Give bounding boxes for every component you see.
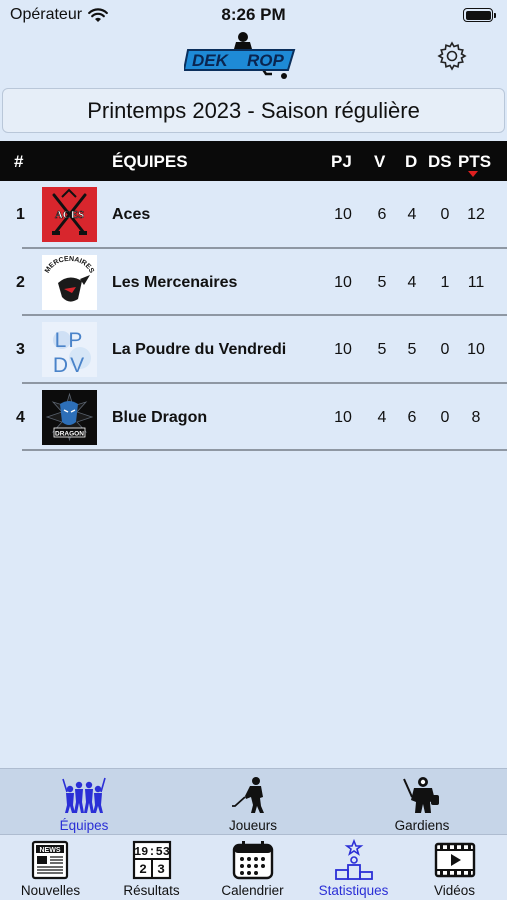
tab-videos-label: Vidéos	[433, 883, 476, 898]
points: 8	[471, 408, 481, 426]
ot-losses: 1	[440, 273, 450, 291]
wins: 4	[377, 408, 387, 426]
column-gp[interactable]: PJ	[331, 152, 352, 172]
games-played: 10	[334, 341, 352, 358]
wifi-icon	[88, 7, 108, 22]
ot-losses: 0	[440, 408, 450, 426]
svg-text:ACES: ACES	[55, 209, 84, 221]
svg-text:DRAGON: DRAGON	[55, 430, 84, 437]
team-rank: 1	[16, 206, 25, 223]
ot-losses: 0	[440, 341, 450, 358]
team-rank: 4	[16, 408, 25, 426]
team-name: Blue Dragon	[112, 408, 208, 426]
column-points[interactable]: PTS	[458, 152, 491, 172]
goalie-icon	[403, 777, 439, 813]
svg-text:3: 3	[157, 862, 165, 877]
svg-text:DEK: DEK	[192, 51, 230, 70]
dek-rop-logo-icon: DEK ROP	[184, 32, 296, 79]
tab-news-label: Nouvelles	[20, 883, 81, 898]
table-row[interactable]: 1 ACES Aces 10 6 4 0 12	[0, 181, 507, 249]
svg-text:DV: DV	[53, 354, 86, 377]
news-icon: NEWS	[31, 840, 68, 880]
column-team: ÉQUIPES	[112, 152, 188, 171]
tab-news[interactable]: NEWS Nouvelles	[0, 835, 101, 900]
battery-icon	[463, 8, 496, 22]
row-divider	[22, 449, 507, 451]
ot-losses: 0	[440, 206, 450, 223]
season-selector[interactable]: Printemps 2023 - Saison régulière	[2, 88, 505, 133]
season-label: Printemps 2023 - Saison régulière	[87, 97, 420, 123]
svg-text:NEWS: NEWS	[39, 847, 60, 854]
team-name: Les Mercenaires	[112, 273, 238, 291]
svg-text:19:53: 19:53	[133, 845, 169, 859]
sort-arrow-icon	[468, 171, 478, 177]
team-name: Aces	[112, 206, 151, 223]
team-rank: 2	[16, 273, 25, 291]
standings-list: 1 ACES Aces 10 6 4 0 12 2 MERCENAIRES Le…	[0, 181, 507, 451]
podium-icon	[334, 839, 373, 880]
losses: 4	[407, 273, 417, 291]
games-played: 10	[334, 273, 352, 291]
table-row[interactable]: 2 MERCENAIRES Les Mercenaires 10 5 4 1 1…	[0, 249, 507, 316]
subtab-players-label: Joueurs	[228, 818, 278, 833]
subtab-teams[interactable]: Équipes	[24, 769, 144, 835]
column-wins[interactable]: V	[374, 152, 385, 172]
subtab-goalies[interactable]: Gardiens	[362, 769, 482, 835]
column-losses[interactable]: D	[405, 152, 417, 172]
column-ot-losses[interactable]: DS	[428, 152, 452, 172]
svg-text:LP: LP	[55, 329, 85, 352]
calendar-icon	[232, 841, 273, 880]
wins: 6	[377, 206, 387, 223]
team-name: La Poudre du Vendredi	[112, 341, 287, 358]
games-played: 10	[334, 408, 352, 426]
video-icon	[434, 842, 475, 878]
losses: 4	[407, 206, 417, 223]
app-header: DEK ROP	[0, 30, 507, 85]
main-tab-bar: NEWS Nouvelles 19:53 2 3 Résultats Calen…	[0, 834, 507, 900]
tab-calendar-label: Calendrier	[221, 883, 284, 898]
blue-dragon-logo-icon: DRAGON	[42, 389, 97, 445]
subtab-players[interactable]: Joueurs	[193, 769, 313, 835]
tab-results[interactable]: 19:53 2 3 Résultats	[101, 835, 202, 900]
subtab-goalies-label: Gardiens	[394, 818, 450, 833]
stats-subtab-bar: Équipes Joueurs Gardiens	[0, 768, 507, 834]
points: 12	[467, 206, 485, 223]
tab-statistics[interactable]: Statistiques	[303, 835, 404, 900]
team-icon	[62, 777, 106, 813]
wins: 5	[377, 341, 387, 358]
column-rank: #	[14, 152, 24, 171]
wins: 5	[377, 273, 387, 291]
tab-videos[interactable]: Vidéos	[404, 835, 505, 900]
standings-header: # ÉQUIPES PJ V D DS PTS	[0, 141, 507, 181]
games-played: 10	[334, 206, 352, 223]
team-rank: 3	[16, 341, 25, 358]
points: 10	[467, 341, 485, 358]
svg-text:2: 2	[139, 862, 147, 877]
tab-calendar[interactable]: Calendrier	[202, 835, 303, 900]
mercenaires-logo-icon: MERCENAIRES	[42, 254, 97, 310]
status-left: Opérateur	[10, 6, 108, 24]
losses: 6	[407, 408, 417, 426]
table-row[interactable]: 3 LP DV La Poudre du Vendredi 10 5 5 0 1…	[0, 316, 507, 384]
tab-statistics-label: Statistiques	[318, 883, 389, 898]
scoreboard-icon: 19:53 2 3	[132, 840, 171, 880]
table-row[interactable]: 4 DRAGON Blue Dragon 10 4 6 0 8	[0, 384, 507, 451]
aces-logo-icon: ACES	[42, 187, 97, 242]
losses: 5	[407, 341, 417, 358]
carrier-label: Opérateur	[10, 6, 83, 23]
status-bar: Opérateur 8:26 PM	[0, 0, 507, 30]
tab-results-label: Résultats	[123, 883, 180, 898]
subtab-teams-label: Équipes	[59, 818, 109, 833]
points: 11	[467, 273, 485, 291]
svg-text:ROP: ROP	[247, 51, 285, 70]
player-icon	[232, 777, 264, 813]
gear-icon[interactable]	[436, 40, 468, 72]
lpdv-logo-icon: LP DV	[42, 322, 97, 377]
